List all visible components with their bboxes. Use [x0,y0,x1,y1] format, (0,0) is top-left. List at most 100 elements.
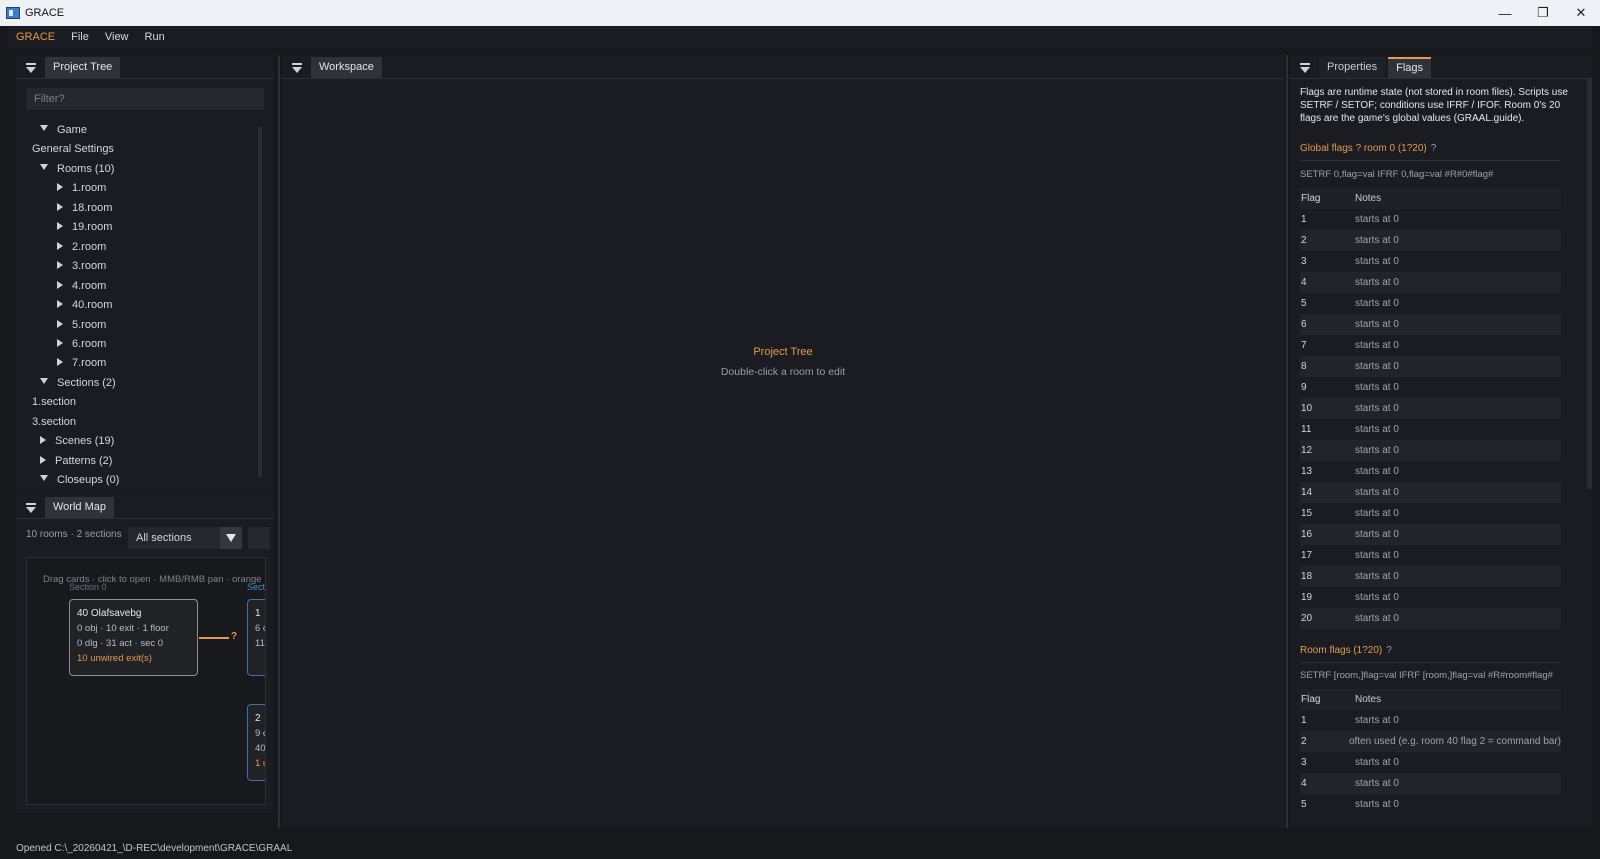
world-map-canvas[interactable]: Drag cards · click to open · MMB/RMB pan… [26,557,266,805]
left-splitter[interactable] [278,55,280,828]
table-row[interactable]: 20 starts at 0 [1300,608,1561,629]
tree-item[interactable]: 1.section [32,393,76,411]
table-row[interactable]: 1 starts at 0 [1300,209,1561,230]
caret-right-icon[interactable] [57,319,63,328]
caret-right-icon[interactable] [40,436,46,445]
table-row[interactable]: 2 starts at 0 [1300,230,1561,251]
caret-right-icon[interactable] [57,222,63,231]
panel-menu-icon[interactable] [1298,58,1312,78]
room-card[interactable]: 40 Olafsavebg 0 obj · 10 exit · 1 floor … [69,599,198,676]
tree-item[interactable]: Scenes (19) [40,432,114,450]
table-row[interactable]: 12 starts at 0 [1300,440,1561,461]
minimize-button[interactable]: — [1486,0,1524,26]
menu-run[interactable]: Run [137,27,173,48]
caret-down-icon[interactable] [40,125,48,132]
caret-right-icon[interactable] [57,183,63,192]
table-row[interactable]: 9 starts at 0 [1300,377,1561,398]
caret-right-icon[interactable] [40,455,46,464]
table-row[interactable]: 18 starts at 0 [1300,566,1561,587]
table-row[interactable]: 19 starts at 0 [1300,587,1561,608]
flag-note: starts at 0 [1355,571,1399,582]
menubar: GRACE File View Run [8,27,1592,48]
caret-down-icon[interactable] [40,377,48,384]
tree-item[interactable]: Closeups (0) [40,471,119,489]
tree-item[interactable]: 4.room [57,277,106,295]
caret-right-icon[interactable] [57,280,63,289]
tree-item[interactable]: 5.room [57,316,106,334]
table-row[interactable]: 11 starts at 0 [1300,419,1561,440]
flag-number: 2 [1301,235,1307,246]
flag-note: starts at 0 [1355,778,1399,789]
panel-menu-icon[interactable] [24,498,38,518]
table-row[interactable]: 15 starts at 0 [1300,503,1561,524]
help-icon[interactable]: ? [1431,143,1437,154]
help-icon[interactable]: ? [1386,645,1392,656]
tree-scrollbar[interactable] [258,127,262,477]
table-row[interactable]: 1 starts at 0 [1300,710,1561,731]
restore-button[interactable]: ❐ [1524,0,1562,26]
flag-number: 9 [1301,382,1307,393]
chevron-down-icon[interactable] [220,527,242,549]
map-extra-button[interactable] [248,527,270,549]
tree-item[interactable]: Patterns (2) [40,452,112,470]
tree-item[interactable]: General Settings [32,140,114,158]
room-card[interactable]: 2 9 c 40 1 u [247,704,265,781]
table-row[interactable]: 3 starts at 0 [1300,251,1561,272]
table-row[interactable]: 17 starts at 0 [1300,545,1561,566]
tree-filter-input[interactable] [26,88,264,110]
table-row[interactable]: 14 starts at 0 [1300,482,1561,503]
right-splitter[interactable] [1286,55,1288,828]
table-row[interactable]: 16 starts at 0 [1300,524,1561,545]
tab-properties[interactable]: Properties [1319,57,1386,78]
tree-item[interactable]: 1.room [57,179,106,197]
tree-item[interactable]: 3.room [57,257,106,275]
tab-world-map[interactable]: World Map [45,497,114,518]
tab-project-tree[interactable]: Project Tree [45,57,121,78]
caret-right-icon[interactable] [57,358,63,367]
tree-item-label: 19.room [72,221,113,234]
caret-down-icon[interactable] [40,475,48,482]
tree-item[interactable]: Rooms (10) [40,160,114,178]
tree-item[interactable]: 7.room [57,354,106,372]
tree-item[interactable]: Game [40,121,87,139]
tab-workspace[interactable]: Workspace [311,57,382,78]
table-row[interactable]: 4 starts at 0 [1300,272,1561,293]
caret-down-icon[interactable] [40,163,48,170]
table-row[interactable]: 6 starts at 0 [1300,314,1561,335]
table-row[interactable]: 10 starts at 0 [1300,398,1561,419]
table-row[interactable]: 5 starts at 0 [1300,293,1561,314]
tree-item[interactable]: Sections (2) [40,374,116,392]
table-row[interactable]: 3 starts at 0 [1300,752,1561,773]
tree-item[interactable]: 18.room [57,199,112,217]
tree-item[interactable]: 40.room [57,296,112,314]
caret-right-icon[interactable] [57,300,63,309]
caret-right-icon[interactable] [57,339,63,348]
panel-menu-icon[interactable] [290,58,304,78]
menu-view[interactable]: View [97,27,137,48]
table-row[interactable]: 7 starts at 0 [1300,335,1561,356]
table-row[interactable]: 8 starts at 0 [1300,356,1561,377]
menu-brand[interactable]: GRACE [8,27,63,48]
flag-number: 4 [1301,778,1307,789]
tree-item[interactable]: 2.room [57,238,106,256]
section-label: Section 0 [69,582,107,592]
panel-menu-icon[interactable] [24,58,38,78]
caret-right-icon[interactable] [57,202,63,211]
table-row[interactable]: 4 starts at 0 [1300,773,1561,794]
menu-file[interactable]: File [63,27,97,48]
caret-right-icon[interactable] [57,241,63,250]
tree-item[interactable]: 6.room [57,335,106,353]
room-card[interactable]: 1 6 c 11 [247,599,265,676]
tree-item[interactable]: 19.room [57,218,112,236]
tab-flags[interactable]: Flags [1388,57,1432,78]
tree-item[interactable]: 3.section [32,413,76,431]
table-row[interactable]: 13 starts at 0 [1300,461,1561,482]
section-select-value: All sections [136,532,192,544]
caret-right-icon[interactable] [57,261,63,270]
flags-scrollbar[interactable] [1587,79,1592,489]
table-row[interactable]: 2 often used (e.g. room 40 flag 2 = comma… [1300,731,1561,752]
table-row[interactable]: 5 starts at 0 [1300,794,1561,815]
section-select[interactable]: All sections [128,527,242,549]
close-button[interactable]: ✕ [1562,0,1600,26]
column-header: Flag [1301,694,1321,705]
